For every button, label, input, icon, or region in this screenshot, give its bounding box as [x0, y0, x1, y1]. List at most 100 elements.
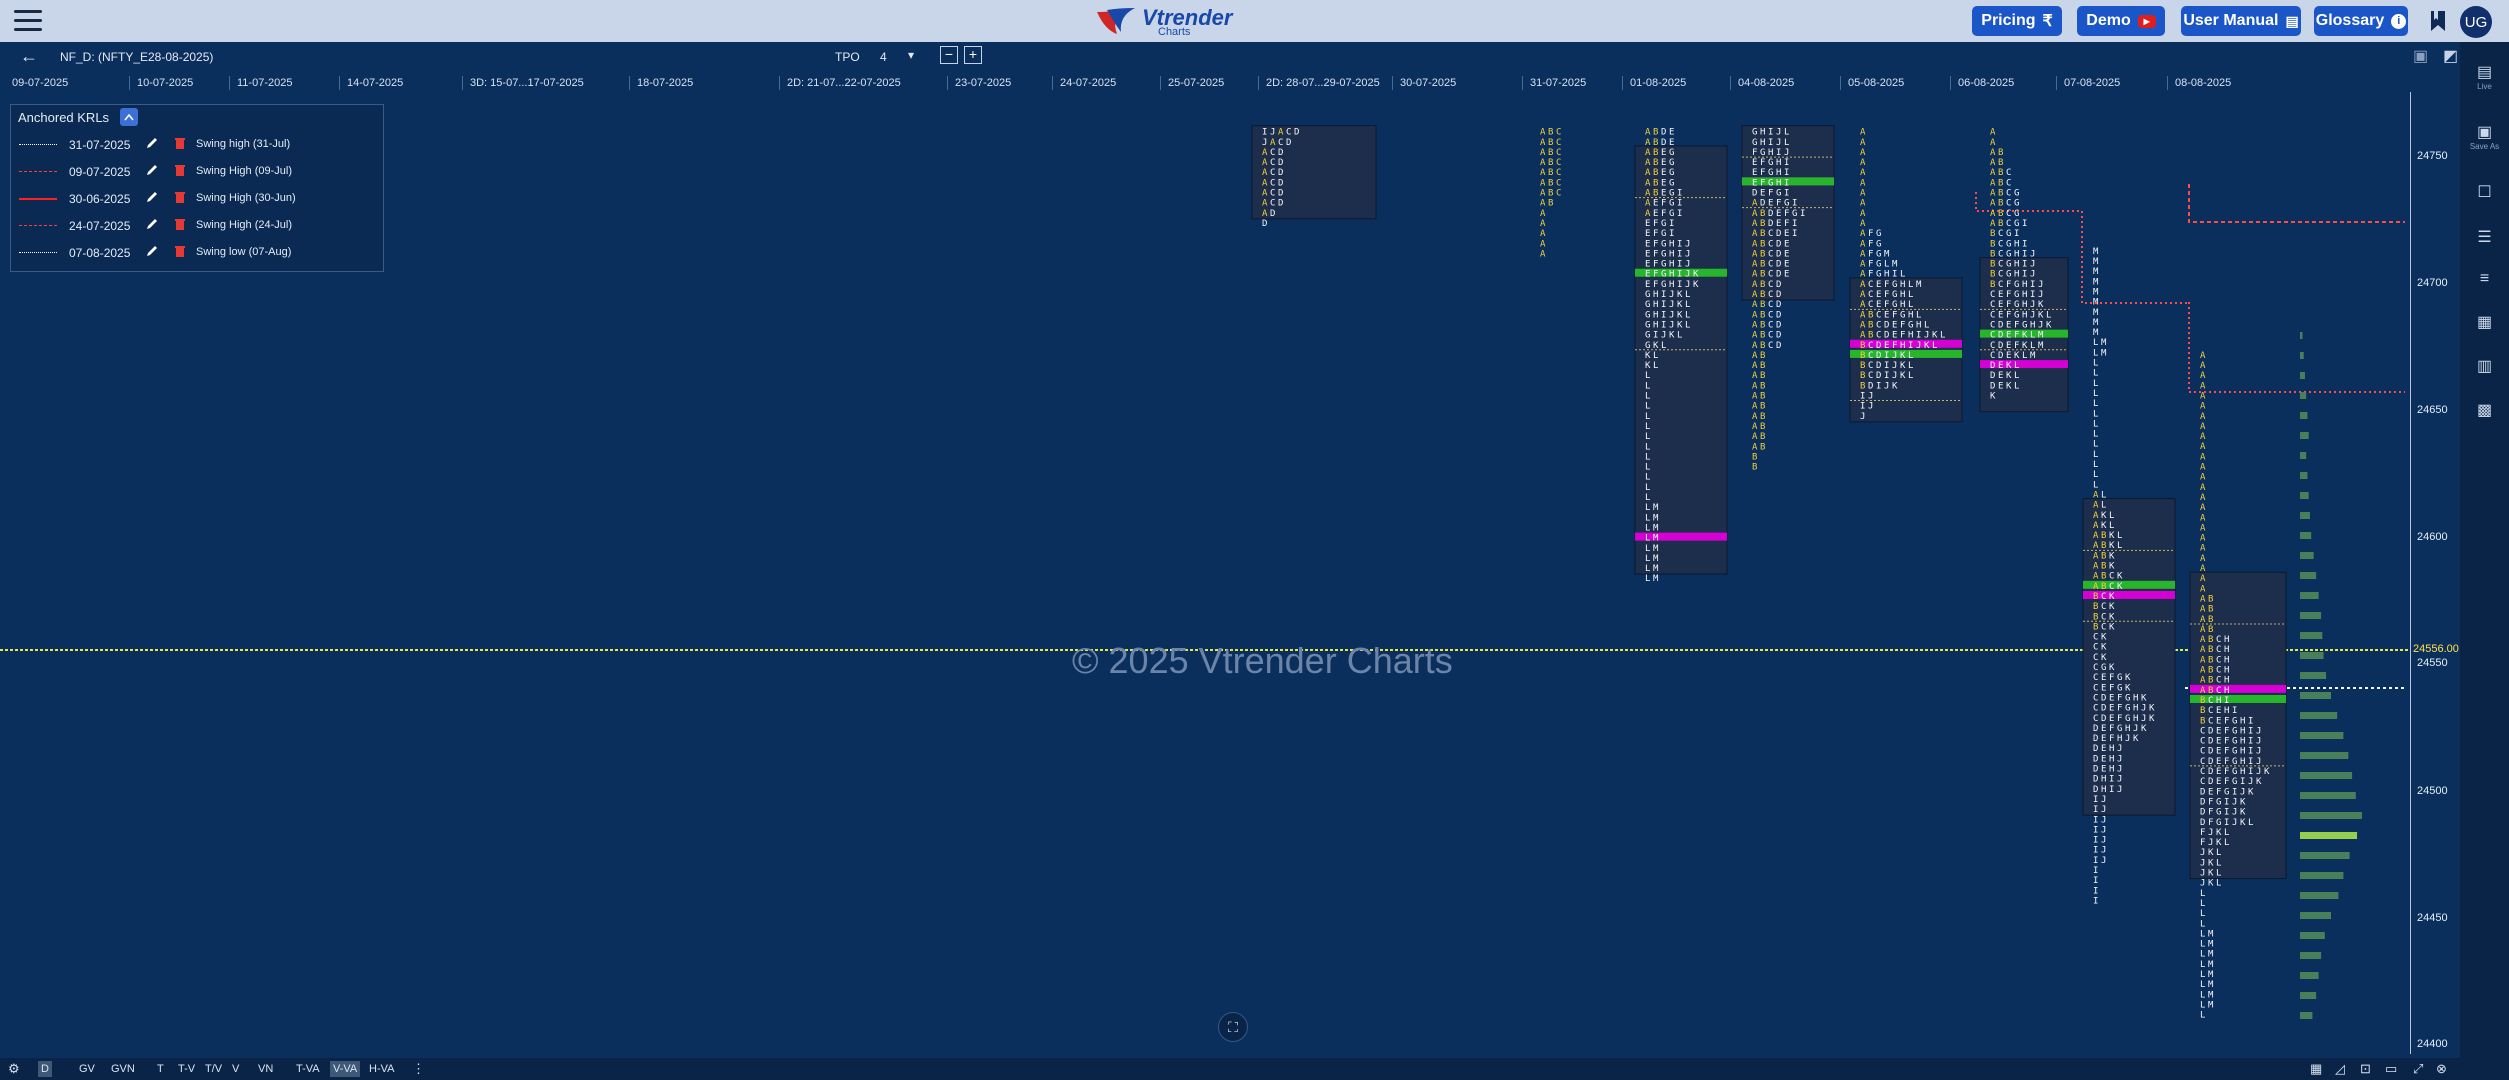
camera-icon[interactable]: ⊡: [2360, 1061, 2371, 1077]
tpo-letter: D: [1776, 229, 1781, 239]
save-as-icon[interactable]: ▣ Save As: [2460, 122, 2509, 151]
tpo-letter: L: [2101, 501, 2106, 511]
tpo-letter: G: [1752, 128, 1757, 138]
view-button-t-v[interactable]: T-V: [175, 1061, 198, 1077]
save-icon[interactable]: ▣: [2413, 46, 2428, 66]
tpo-letter: I: [1884, 371, 1889, 381]
tpo-letter: B: [1752, 452, 1757, 462]
list-icon[interactable]: ☰: [2460, 227, 2509, 247]
demo-button[interactable]: Demo ▶: [2077, 6, 2165, 36]
glossary-button[interactable]: Glossary i: [2314, 6, 2408, 36]
krl-row[interactable]: 24-07-2025 Swing High (24-Jul): [11, 213, 383, 239]
menu-icon[interactable]: ≡: [2460, 270, 2509, 288]
view-button-v-va[interactable]: V-VA: [330, 1061, 361, 1077]
tpo-letter: E: [2216, 767, 2221, 777]
chevron-down-icon[interactable]: ▾: [908, 48, 914, 62]
expand-icon[interactable]: ⤢: [2413, 1061, 2423, 1077]
view-button-v[interactable]: V: [229, 1061, 242, 1077]
tpo-letter: L: [2200, 919, 2205, 929]
tpo-letter: C: [2216, 676, 2221, 686]
tpo-letter: K: [2208, 858, 2214, 868]
tpo-letter: A: [2200, 463, 2206, 473]
user-manual-button[interactable]: User Manual ▤: [2181, 6, 2301, 36]
tpo-letter: F: [1760, 168, 1765, 178]
view-button-t[interactable]: T: [154, 1061, 167, 1077]
trash-icon[interactable]: [174, 217, 186, 234]
layout-icon[interactable]: ▭: [2385, 1061, 2397, 1077]
view-button-t-v[interactable]: T/V: [202, 1061, 225, 1077]
tpo-letter: A: [1990, 209, 1996, 219]
tpo-letter: L: [1908, 361, 1913, 371]
volume-profile-bar: [2300, 892, 2339, 899]
tpo-letter: F: [1868, 270, 1873, 280]
view-button-vn[interactable]: VN: [255, 1061, 276, 1077]
zoom-in-button[interactable]: +: [964, 46, 982, 64]
tpo-letter: K: [1900, 361, 1906, 371]
tpo-letter: K: [1990, 392, 1996, 402]
krl-row[interactable]: 09-07-2025 Swing High (09-Jul): [11, 159, 383, 185]
collapse-icon[interactable]: [120, 108, 138, 126]
tpo-letter: D: [1876, 351, 1881, 361]
tpo-letter: H: [2101, 775, 2106, 785]
pricing-button[interactable]: Pricing ₹: [1972, 6, 2062, 36]
tpo-letter: H: [1760, 128, 1765, 138]
more-vertical-icon[interactable]: ⋮: [412, 1061, 425, 1077]
tpo-letter: A: [2200, 523, 2206, 533]
focus-icon[interactable]: ⛶: [1218, 1012, 1248, 1042]
date-label: 01-08-2025: [1630, 77, 1687, 89]
save-as-icon[interactable]: ◩: [2443, 46, 2458, 66]
view-button-gv[interactable]: GV: [76, 1061, 98, 1077]
tpo-letter: A: [1860, 209, 1866, 219]
trash-icon[interactable]: [174, 190, 186, 207]
tpo-size-value[interactable]: 4: [880, 50, 887, 64]
date-label: 06-08-2025: [1958, 77, 2015, 89]
tpo-letter: I: [2240, 777, 2245, 787]
pencil-icon[interactable]: [145, 244, 159, 261]
zoom-out-button[interactable]: −: [940, 46, 958, 64]
tpo-letter: E: [2109, 693, 2114, 703]
trash-icon[interactable]: [174, 136, 186, 153]
window-icon[interactable]: ☐: [2460, 182, 2509, 202]
live-icon[interactable]: ▤ Live: [2460, 62, 2509, 91]
tpo-letter: F: [2216, 787, 2221, 797]
krl-row[interactable]: 07-08-2025 Swing low (07-Aug): [11, 240, 383, 266]
pencil-icon[interactable]: [145, 163, 159, 180]
krl-row[interactable]: 30-06-2025 Swing High (30-Jun): [11, 186, 383, 212]
hamburger-menu-icon[interactable]: [14, 10, 42, 32]
trash-icon[interactable]: [174, 244, 186, 261]
tpo-letter: B: [1760, 361, 1765, 371]
view-button-t-va[interactable]: T-VA: [293, 1061, 323, 1077]
tpo-letter: B: [1653, 189, 1658, 199]
table-icon[interactable]: ▦: [2310, 1061, 2322, 1077]
close-icon[interactable]: ⊗: [2436, 1061, 2447, 1077]
view-button-gvn[interactable]: GVN: [108, 1061, 138, 1077]
grid-icon[interactable]: ▦: [2460, 312, 2509, 332]
view-button-h-va[interactable]: H-VA: [366, 1061, 397, 1077]
view-button-d[interactable]: D: [38, 1061, 52, 1077]
tpo-letter: L: [1645, 574, 1650, 584]
tpo-letter: F: [2006, 290, 2011, 300]
tpo-letter: L: [2200, 990, 2205, 1000]
tpo-letter: L: [1645, 381, 1650, 391]
pencil-icon[interactable]: [145, 136, 159, 153]
tpo-letter: F: [2014, 320, 2019, 330]
tpo-session: I J A C DJ A C DA C DA C DA C DA C DA C DA C DA DD: [1251, 125, 1377, 229]
back-arrow-icon[interactable]: ←: [20, 46, 38, 67]
tpo-letter: L: [1645, 463, 1650, 473]
tpo-letter: C: [1990, 351, 1995, 361]
tpo-letter: J: [1868, 392, 1873, 402]
date-label: 05-08-2025: [1848, 77, 1905, 89]
line-chart-icon[interactable]: ◿: [2335, 1061, 2345, 1077]
trash-icon[interactable]: [174, 163, 186, 180]
tpo-letter: E: [1645, 239, 1650, 249]
tpo-letter: E: [1784, 229, 1789, 239]
krl-row[interactable]: 31-07-2025 Swing high (31-Jul): [11, 132, 383, 158]
pencil-icon[interactable]: [145, 217, 159, 234]
columns-icon[interactable]: ▥: [2460, 356, 2509, 376]
pencil-icon[interactable]: [145, 190, 159, 207]
user-avatar[interactable]: UG: [2460, 6, 2492, 38]
tpo-letter: A: [1540, 189, 1546, 199]
tiles-icon[interactable]: ▩: [2460, 400, 2509, 420]
bookmark-icon[interactable]: [2430, 10, 2446, 32]
settings-gear-icon[interactable]: ⚙: [8, 1061, 20, 1077]
